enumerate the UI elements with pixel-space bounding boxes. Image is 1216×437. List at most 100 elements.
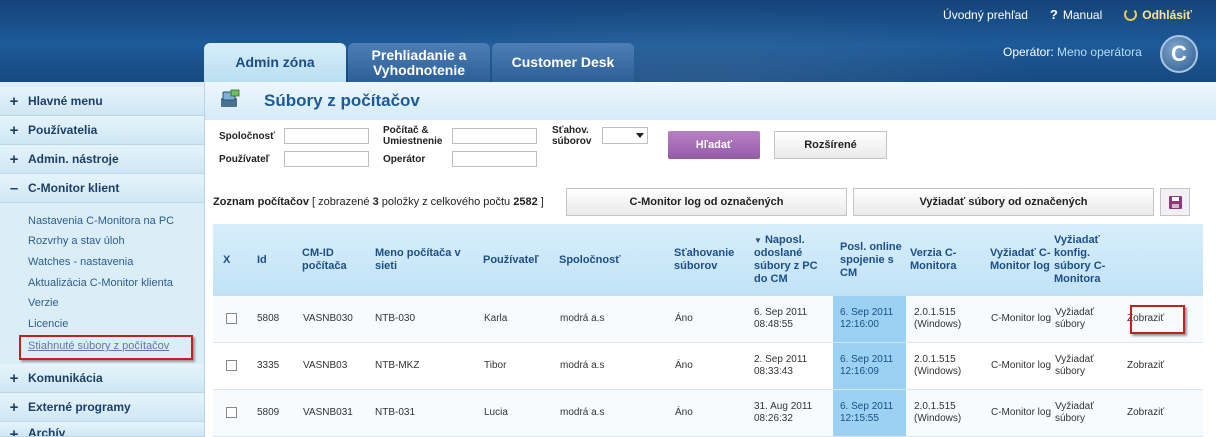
sidebar-item-external-programs[interactable]: + Externé programy bbox=[0, 393, 204, 422]
table-row: 5808 VASNB030 NTB-030 Karla modrá a.s Án… bbox=[213, 296, 1203, 343]
search-button-label: Hľadať bbox=[695, 139, 733, 151]
row-checkbox[interactable] bbox=[226, 406, 237, 418]
sidebar-sub-schedules[interactable]: Rozvrhy a stav úloh bbox=[28, 235, 125, 247]
company-label: Spoločnosť bbox=[219, 131, 275, 142]
sidebar-sub-versions[interactable]: Verzie bbox=[28, 297, 59, 309]
operator-filter-label: Operátor bbox=[383, 154, 426, 165]
sort-desc-icon: ▼ bbox=[754, 236, 762, 245]
col-header-cmid[interactable]: CM-ID počítača bbox=[302, 224, 374, 296]
cell-downloads: Áno bbox=[674, 342, 753, 390]
cell-downloads: Áno bbox=[674, 389, 753, 437]
help-icon: ? bbox=[1049, 7, 1058, 22]
user-label: Používateľ bbox=[219, 154, 270, 165]
cell-show-link[interactable]: Zobraziť bbox=[1121, 342, 1203, 390]
sidebar-item-cmonitor-client[interactable]: – C-Monitor klient bbox=[0, 174, 204, 203]
sidebar-item-archive[interactable]: + Archív bbox=[0, 422, 204, 437]
col-header-id[interactable]: Id bbox=[249, 224, 302, 296]
expand-icon: + bbox=[9, 369, 19, 387]
cell-id: 3335 bbox=[249, 342, 302, 390]
cell-id: 5808 bbox=[249, 296, 302, 343]
save-button[interactable] bbox=[1160, 188, 1190, 216]
request-files-selected-button[interactable]: Vyžiadať súbory od označených bbox=[853, 188, 1154, 216]
cell-last-online: 6. Sep 2011 12:16:09 bbox=[833, 342, 906, 390]
manual-link[interactable]: ? Manual bbox=[1050, 7, 1102, 22]
cell-user: Karla bbox=[483, 296, 559, 343]
cell-version: 2.0.1.515 (Windows) bbox=[906, 342, 990, 390]
tab-admin-zone[interactable]: Admin zóna bbox=[204, 43, 346, 82]
sidebar-item-label: Admin. nástroje bbox=[28, 152, 119, 166]
cell-cmonitor-log-link[interactable]: C-Monitor log bbox=[990, 389, 1054, 437]
list-title: Zoznam počítačov bbox=[213, 196, 309, 208]
computers-table: X Id CM-ID počítača Meno počítača v siet… bbox=[213, 224, 1203, 437]
cell-request-files-link[interactable]: Vyžiadať súbory bbox=[1054, 342, 1121, 390]
home-link[interactable]: Úvodný prehľad bbox=[943, 7, 1028, 22]
cell-last-online: 6. Sep 2011 12:16:00 bbox=[833, 296, 906, 343]
sidebar-sub-licenses[interactable]: Licencie bbox=[28, 318, 68, 330]
col-header-downloads[interactable]: Sťahovanie súborov bbox=[674, 224, 753, 296]
cell-user: Lucia bbox=[483, 389, 559, 437]
cell-show-link[interactable]: Zobraziť bbox=[1121, 389, 1203, 437]
cell-request-files-link[interactable]: Vyžiadať súbory bbox=[1054, 296, 1121, 343]
sidebar-item-label: Hlavné menu bbox=[28, 94, 103, 108]
power-icon bbox=[1124, 8, 1138, 21]
col-header-company[interactable]: Spoločnosť bbox=[559, 224, 674, 296]
user-input[interactable] bbox=[284, 151, 369, 167]
collapse-icon: – bbox=[9, 179, 19, 197]
sidebar-sub-cmonitor-settings[interactable]: Nastavenia C-Monitora na PC bbox=[28, 215, 174, 227]
cell-company: modrá a.s bbox=[559, 389, 674, 437]
col-header-computer-name[interactable]: Meno počítača v sieti bbox=[374, 224, 483, 296]
col-header-select[interactable]: X bbox=[213, 224, 249, 296]
summary-suffix: ] bbox=[540, 196, 544, 208]
computer-files-icon bbox=[221, 89, 240, 107]
expand-icon: + bbox=[9, 398, 19, 416]
cell-last-sent: 2. Sep 2011 08:33:43 bbox=[753, 342, 833, 390]
sidebar-item-communication[interactable]: + Komunikácia bbox=[0, 364, 204, 393]
search-button[interactable]: Hľadať bbox=[668, 131, 760, 159]
sidebar-item-label: Archív bbox=[28, 426, 66, 437]
company-input[interactable] bbox=[284, 128, 369, 144]
cell-request-files-link[interactable]: Vyžiadať súbory bbox=[1054, 389, 1121, 437]
table-row: 3335 VASNB03 NTB-MKZ Tibor modrá a.s Áno… bbox=[213, 342, 1203, 390]
floppy-icon bbox=[1168, 195, 1182, 209]
tab-customer-desk[interactable]: Customer Desk bbox=[492, 43, 634, 82]
sidebar-item-main-menu[interactable]: + Hlavné menu bbox=[0, 87, 204, 116]
cell-id: 5809 bbox=[249, 389, 302, 437]
col-header-last-sent[interactable]: ▼ Naposl. odoslané súbory z PC do CM bbox=[753, 224, 833, 296]
expand-icon: + bbox=[9, 426, 19, 437]
tab-browse-evaluate[interactable]: Prehliadanie a Vyhodnotenie bbox=[348, 43, 490, 82]
cell-cmonitor-log-link[interactable]: C-Monitor log bbox=[990, 342, 1054, 390]
col-header-user[interactable]: Používateľ bbox=[483, 224, 559, 296]
logout-link[interactable]: Odhlásiť bbox=[1124, 7, 1192, 22]
advanced-button-label: Rozšírené bbox=[804, 139, 857, 151]
page-title: Súbory z počítačov bbox=[264, 91, 420, 110]
cell-cmid: VASNB031 bbox=[302, 389, 374, 437]
operator-name[interactable]: Meno operátora bbox=[1057, 45, 1142, 59]
summary-prefix: [ zobrazené bbox=[312, 196, 370, 208]
downloads-select[interactable] bbox=[602, 127, 648, 144]
col-header-version[interactable]: Verzia C-Monitora bbox=[906, 224, 990, 296]
col-header-last-online[interactable]: Posl. online spojenie s CM bbox=[833, 224, 906, 296]
sidebar-sub-watches[interactable]: Watches - nastavenia bbox=[28, 256, 133, 268]
sidebar-item-users[interactable]: + Používatelia bbox=[0, 116, 204, 145]
cell-cmonitor-log-link[interactable]: C-Monitor log bbox=[990, 296, 1054, 343]
advanced-button[interactable]: Rozšírené bbox=[774, 131, 887, 159]
cell-version: 2.0.1.515 (Windows) bbox=[906, 389, 990, 437]
top-links: Úvodný prehľad ? Manual Odhlásiť bbox=[943, 7, 1192, 22]
computer-label: Počítač & Umiestnenie bbox=[383, 125, 443, 147]
sidebar-item-admin-tools[interactable]: + Admin. nástroje bbox=[0, 145, 204, 174]
computer-input[interactable] bbox=[452, 128, 537, 144]
highlight-box bbox=[1130, 305, 1185, 334]
cell-last-online: 6. Sep 2011 12:15:55 bbox=[833, 389, 906, 437]
operator-info: Operátor: Meno operátora bbox=[1003, 45, 1142, 59]
cell-cmid: VASNB03 bbox=[302, 342, 374, 390]
sidebar-item-label: C-Monitor klient bbox=[28, 181, 120, 195]
operator-input[interactable] bbox=[452, 151, 537, 167]
row-checkbox[interactable] bbox=[226, 359, 237, 371]
row-checkbox[interactable] bbox=[226, 312, 237, 324]
sidebar-item-label: Používatelia bbox=[28, 123, 98, 137]
tab-label: Admin zóna bbox=[235, 54, 315, 70]
sidebar-sub-client-update[interactable]: Aktualizácia C-Monitor klienta bbox=[28, 277, 173, 289]
sidebar-item-label: Externé programy bbox=[28, 400, 131, 414]
expand-icon: + bbox=[9, 92, 19, 110]
cmonitor-log-selected-button[interactable]: C-Monitor log od označených bbox=[566, 188, 847, 216]
